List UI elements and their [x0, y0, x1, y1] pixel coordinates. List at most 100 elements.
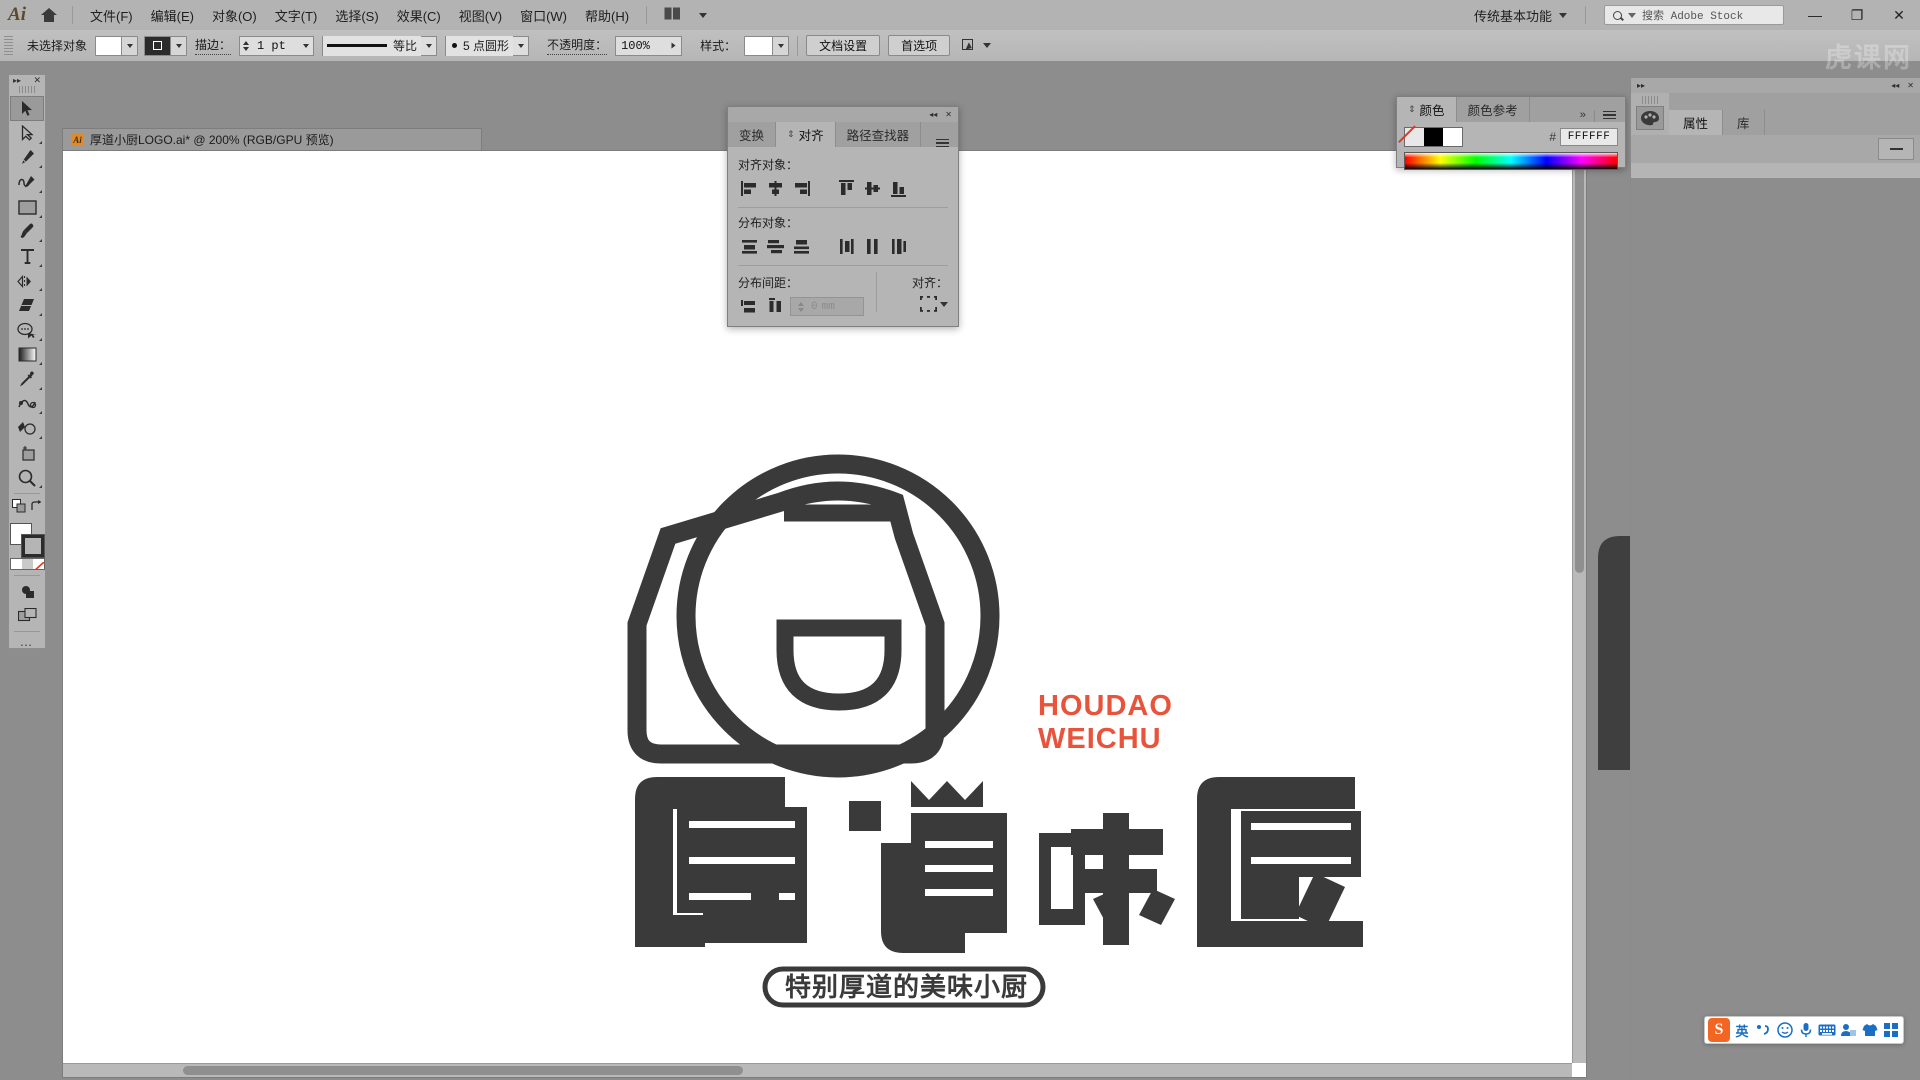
emoji-icon[interactable]	[1775, 1019, 1793, 1041]
graphic-style-control[interactable]	[744, 35, 790, 56]
stroke-profile-dropdown-arrow[interactable]	[421, 37, 436, 55]
vertical-distribute-space-icon[interactable]	[738, 296, 761, 317]
tab-transform[interactable]: 变换	[728, 122, 777, 147]
align-panel-collapse-icon[interactable]: ◂◂	[929, 110, 937, 119]
properties-collapse-icon[interactable]: ◂◂	[1891, 81, 1899, 90]
menu-file[interactable]: 文件(F)	[81, 1, 142, 30]
preferences-button[interactable]: 首选项	[888, 35, 951, 56]
align-bottom-icon[interactable]	[887, 178, 910, 199]
select-similar-chevron-icon[interactable]	[983, 43, 992, 48]
stroke-weight-value[interactable]: 1 pt	[252, 36, 298, 56]
swap-fill-stroke-icon[interactable]	[30, 499, 43, 518]
edit-toolbar-icon[interactable]: …	[20, 635, 35, 648]
distribute-right-icon[interactable]	[887, 236, 910, 257]
soft-keyboard-icon[interactable]	[1818, 1019, 1836, 1041]
curvature-tool[interactable]	[10, 170, 44, 195]
document-setup-button[interactable]: 文档设置	[806, 35, 881, 56]
panel-menu-icon[interactable]	[927, 138, 958, 147]
fill-stroke-indicator[interactable]	[10, 523, 45, 559]
selection-tool[interactable]	[10, 96, 44, 122]
graphic-style-dropdown-arrow[interactable]	[773, 37, 788, 55]
opacity-control[interactable]: 100%	[615, 35, 683, 56]
horizontal-scroll-thumb[interactable]	[183, 1066, 743, 1075]
spacing-stepper[interactable]	[795, 301, 807, 312]
minimize-icon[interactable]	[1878, 138, 1914, 160]
skin-icon[interactable]	[1861, 1019, 1879, 1041]
restore-button[interactable]: ❐	[1836, 0, 1878, 30]
paintbrush-tool[interactable]	[10, 220, 44, 245]
opacity-value[interactable]: 100%	[616, 36, 666, 56]
toolbox-icon[interactable]	[1882, 1019, 1900, 1041]
menu-select[interactable]: 选择(S)	[326, 1, 387, 30]
align-left-icon[interactable]	[738, 178, 761, 199]
none-swatch[interactable]	[1405, 128, 1424, 146]
black-swatch[interactable]	[1424, 128, 1443, 146]
rectangle-tool[interactable]	[10, 195, 44, 220]
control-bar-grip[interactable]	[4, 35, 13, 56]
menu-type[interactable]: 文字(T)	[266, 1, 327, 30]
horizontal-scrollbar[interactable]	[63, 1063, 1572, 1077]
properties-expand-icon[interactable]: ▸▸	[1637, 81, 1645, 90]
fill-dropdown-arrow[interactable]	[122, 37, 137, 55]
distribute-left-icon[interactable]	[835, 236, 858, 257]
eraser-tool[interactable]	[10, 293, 44, 318]
color-spectrum-ramp[interactable]	[1404, 152, 1618, 170]
align-to-chevron-icon[interactable]	[940, 301, 948, 307]
color-swatches[interactable]	[1404, 127, 1463, 147]
distribute-top-icon[interactable]	[738, 236, 761, 257]
blend-tool[interactable]	[10, 392, 44, 417]
punctuation-icon[interactable]	[1754, 1019, 1772, 1041]
menu-object[interactable]: 对象(O)	[203, 1, 266, 30]
tab-libraries[interactable]: 库	[1723, 110, 1765, 135]
pen-tool[interactable]	[10, 146, 44, 171]
minimize-button[interactable]: —	[1794, 0, 1836, 30]
voice-input-icon[interactable]	[1797, 1019, 1815, 1041]
hex-input[interactable]: FFFFFF	[1560, 128, 1618, 146]
tools-drag-grip[interactable]	[19, 86, 35, 94]
stroke-weight-dropdown-arrow[interactable]	[298, 37, 313, 55]
color-mode-buttons[interactable]	[9, 557, 45, 570]
tab-color-guide[interactable]: 颜色参考	[1456, 97, 1530, 122]
align-to-control[interactable]	[887, 296, 948, 312]
sogou-logo-icon[interactable]: S	[1708, 1018, 1730, 1042]
color-panel-expand-icon[interactable]: »	[1580, 109, 1586, 121]
arrange-documents-button[interactable]	[655, 2, 690, 28]
ime-mode-toggle[interactable]: 英	[1733, 1019, 1751, 1041]
direct-selection-tool[interactable]	[10, 121, 44, 146]
menu-window[interactable]: 窗口(W)	[511, 1, 576, 30]
distribute-vertical-center-icon[interactable]	[764, 236, 787, 257]
stroke-swatch-control[interactable]	[144, 35, 188, 56]
zoom-tool[interactable]	[10, 466, 44, 491]
tools-expand-icon[interactable]: ▸▸	[13, 76, 21, 85]
stroke-profile-control[interactable]: 等比	[322, 35, 438, 56]
shape-builder-tool[interactable]	[10, 416, 44, 441]
align-top-icon[interactable]	[835, 178, 858, 199]
hex-control[interactable]: # FFFFFF	[1549, 128, 1618, 146]
horizontal-distribute-space-icon[interactable]	[764, 296, 787, 317]
opacity-label[interactable]: 不透明度：	[547, 36, 608, 55]
reflect-tool[interactable]	[10, 269, 44, 294]
align-horizontal-center-icon[interactable]	[764, 178, 787, 199]
distribute-horizontal-center-icon[interactable]	[861, 236, 884, 257]
align-vertical-center-icon[interactable]	[861, 178, 884, 199]
home-icon[interactable]	[34, 0, 64, 30]
arrange-dropdown-arrow[interactable]	[690, 8, 716, 23]
select-similar-icon[interactable]	[962, 38, 977, 53]
tab-pathfinder[interactable]: 路径查找器	[835, 122, 922, 147]
fill-swatch-control[interactable]	[95, 35, 139, 56]
color-panel-menu-icon[interactable]	[1603, 110, 1616, 120]
tab-align[interactable]: ⇕ 对齐	[776, 122, 836, 147]
align-right-icon[interactable]	[790, 178, 813, 199]
drawing-mode-icon[interactable]	[10, 579, 44, 604]
gradient-tool[interactable]	[10, 343, 44, 368]
graphic-style-swatch[interactable]	[745, 36, 774, 55]
white-swatch[interactable]	[1443, 128, 1462, 146]
opacity-dropdown-arrow[interactable]	[665, 38, 683, 53]
shaper-tool[interactable]	[10, 318, 44, 343]
artboard-tool[interactable]	[10, 441, 44, 466]
vertical-scroll-thumb[interactable]	[1575, 153, 1584, 573]
menu-view[interactable]: 视图(V)	[450, 1, 511, 30]
menu-help[interactable]: 帮助(H)	[576, 1, 638, 30]
screen-mode-icon[interactable]	[10, 603, 44, 628]
type-tool[interactable]	[10, 244, 44, 269]
